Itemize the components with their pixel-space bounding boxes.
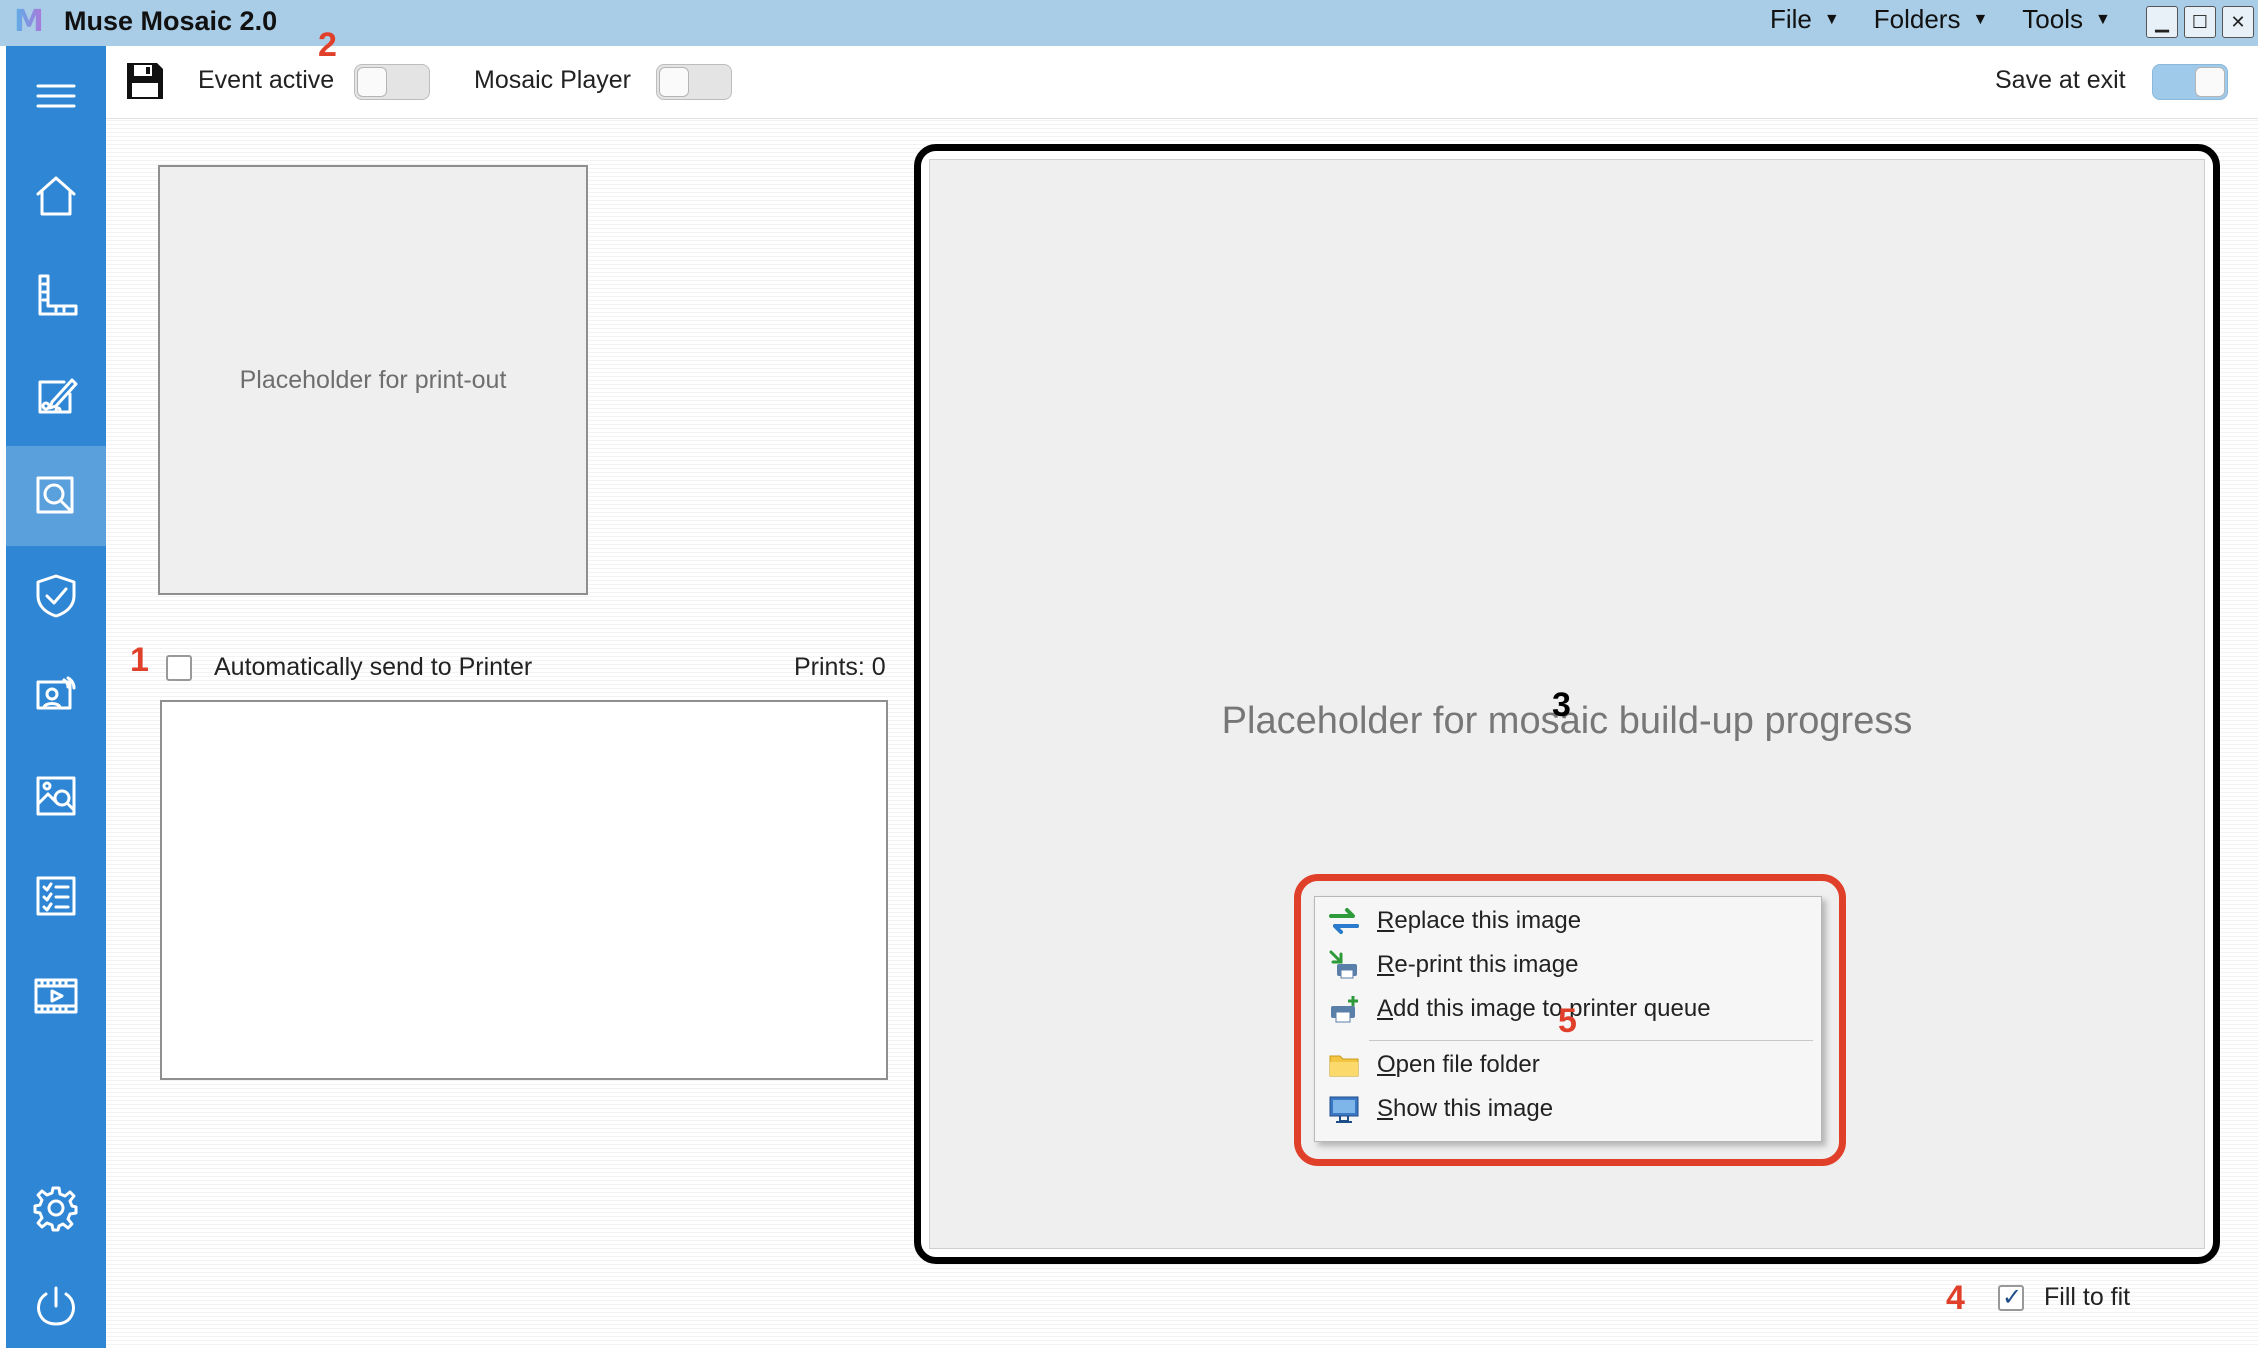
chevron-down-icon: ▼ <box>1823 10 1840 28</box>
sidebar-item-checklist[interactable] <box>6 846 106 946</box>
menu-tools-label: Tools <box>2022 4 2083 34</box>
menu-file[interactable]: File ▼ <box>1770 4 1840 35</box>
chevron-down-icon: ▼ <box>1972 10 1989 28</box>
ctx-mnemonic: A <box>1377 995 1394 1022</box>
event-active-label: Event active <box>198 66 335 94</box>
toggle-knob <box>357 67 387 97</box>
ctx-label-text: eplace this image <box>1394 907 1582 934</box>
auto-send-checkbox[interactable] <box>166 655 192 681</box>
annotation-4: 4 <box>1946 1279 1965 1317</box>
toggle-knob <box>659 67 689 97</box>
menu-tools[interactable]: Tools ▼ <box>2022 4 2111 35</box>
sidebar-item-video[interactable] <box>6 946 106 1046</box>
minimize-button[interactable]: ▁ <box>2146 6 2178 38</box>
sidebar-item-settings[interactable] <box>6 1158 106 1258</box>
home-icon <box>36 176 76 216</box>
event-active-toggle[interactable] <box>354 64 430 100</box>
save-at-exit-label: Save at exit <box>1995 66 2126 94</box>
folder-icon <box>1329 1055 1359 1077</box>
power-icon <box>37 1286 75 1326</box>
window-controls: ▁ ☐ ✕ <box>2146 6 2254 38</box>
annotation-2: 2 <box>318 26 337 64</box>
sidebar-item-edit-design[interactable] <box>6 346 106 446</box>
replace-arrows-icon <box>1329 908 1359 934</box>
magnifier-icon <box>36 476 74 514</box>
app-logo: M <box>14 4 50 42</box>
ctx-show-image[interactable]: Show this image <box>1315 1087 1821 1131</box>
menu-separator <box>1369 1040 1813 1041</box>
fill-to-fit-label: Fill to fit <box>2044 1283 2131 1311</box>
menu-bar: File ▼ Folders ▼ Tools ▼ <box>1770 4 2111 35</box>
ctx-label-text: pen file folder <box>1395 1051 1540 1078</box>
gear-icon <box>33 1186 78 1232</box>
hamburger-icon <box>36 84 76 108</box>
menu-folders[interactable]: Folders ▼ <box>1874 4 1989 35</box>
ctx-mnemonic: R <box>1377 951 1395 978</box>
sidebar-item-power[interactable] <box>6 1258 106 1358</box>
sidebar-item-gallery[interactable] <box>6 746 106 846</box>
save-icon[interactable] <box>124 60 166 102</box>
annotation-1: 1 <box>130 641 149 679</box>
ctx-open-folder[interactable]: Open file folder <box>1315 1043 1821 1087</box>
auto-send-label: Automatically send to Printer <box>214 653 533 681</box>
printout-preview: Placeholder for print-out <box>158 165 588 595</box>
toggle-knob <box>2195 67 2225 97</box>
sidebar-item-inspect[interactable] <box>6 446 106 546</box>
close-button[interactable]: ✕ <box>2222 6 2254 38</box>
menu-file-label: File <box>1770 4 1812 34</box>
presenter-screen-icon <box>36 676 76 710</box>
ctx-label-text: e-print this image <box>1394 951 1579 978</box>
checklist-icon <box>36 876 76 916</box>
ctx-mnemonic: R <box>1377 907 1395 934</box>
ctx-label-text: how this image <box>1393 1095 1554 1122</box>
prints-count: Prints: 0 <box>794 653 886 681</box>
menu-folders-label: Folders <box>1873 4 1961 34</box>
edit-palette-icon <box>38 378 78 414</box>
printer-add-icon <box>1331 996 1358 1023</box>
app-title: Muse Mosaic 2.0 <box>64 6 278 36</box>
printout-placeholder-text: Placeholder for print-out <box>239 365 507 394</box>
ctx-reprint-image[interactable]: Re-print this image <box>1315 943 1821 987</box>
ctx-mnemonic: S <box>1377 1095 1394 1122</box>
sidebar-item-presenter[interactable] <box>6 646 106 746</box>
ctx-mnemonic: O <box>1377 1051 1396 1078</box>
sidebar-item-measure[interactable] <box>6 246 106 346</box>
title-bar: M Muse Mosaic 2.0 File ▼ Folders ▼ Tools… <box>0 0 2258 46</box>
sidebar-item-security[interactable] <box>6 546 106 646</box>
toolbar: Event active Mosaic Player Save at exit <box>106 46 2258 119</box>
save-at-exit-toggle[interactable] <box>2152 64 2228 100</box>
ctx-label-text: dd this image to printer queue <box>1393 995 1711 1022</box>
reprint-icon <box>1329 950 1357 979</box>
ruler-icon <box>38 274 78 316</box>
mosaic-player-label: Mosaic Player <box>474 66 631 94</box>
mosaic-player-toggle[interactable] <box>656 64 732 100</box>
main-content: Placeholder for print-out 1 Automaticall… <box>106 119 2258 1348</box>
maximize-button[interactable]: ☐ <box>2184 6 2216 38</box>
ctx-replace-image[interactable]: Replace this image <box>1315 899 1821 943</box>
sidebar <box>6 46 106 1348</box>
shield-check-icon <box>36 574 76 618</box>
annotation-5: 5 <box>1558 1002 1577 1040</box>
sidebar-item-menu[interactable] <box>6 46 106 146</box>
sidebar-item-home[interactable] <box>6 146 106 246</box>
image-search-icon <box>36 776 76 816</box>
chevron-down-icon: ▼ <box>2095 10 2111 28</box>
film-icon <box>34 978 78 1014</box>
annotation-3: 3 <box>1552 686 1571 724</box>
monitor-icon <box>1329 1096 1359 1123</box>
print-queue-list[interactable] <box>160 700 888 1080</box>
fill-to-fit-checkbox[interactable] <box>1998 1283 2024 1311</box>
